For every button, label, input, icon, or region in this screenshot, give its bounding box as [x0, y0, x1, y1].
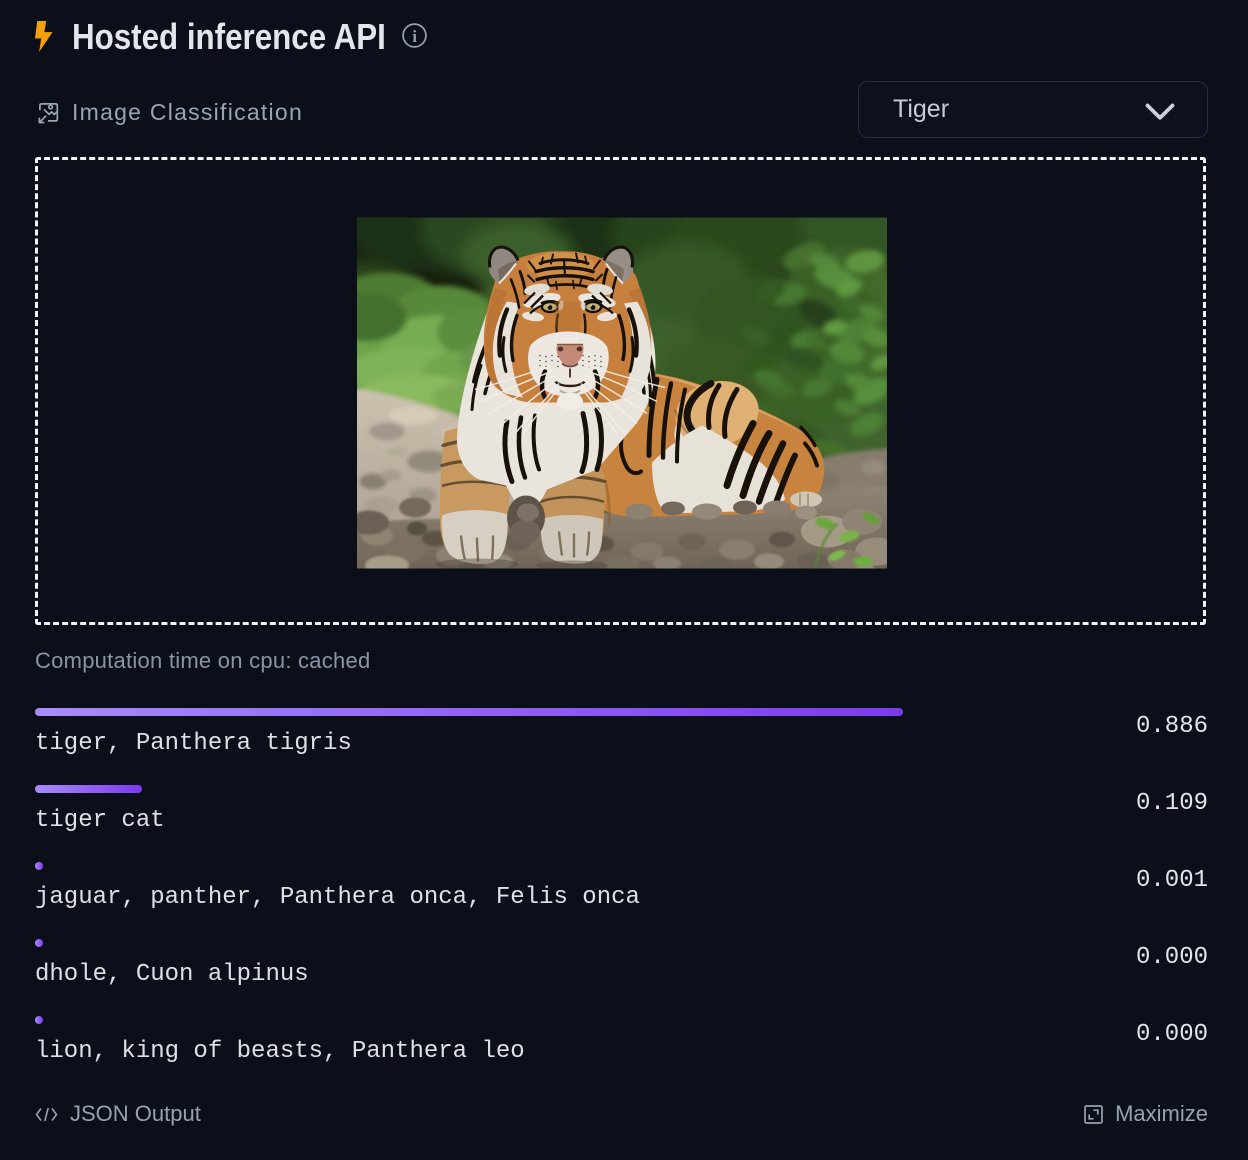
- svg-text:i: i: [412, 27, 417, 46]
